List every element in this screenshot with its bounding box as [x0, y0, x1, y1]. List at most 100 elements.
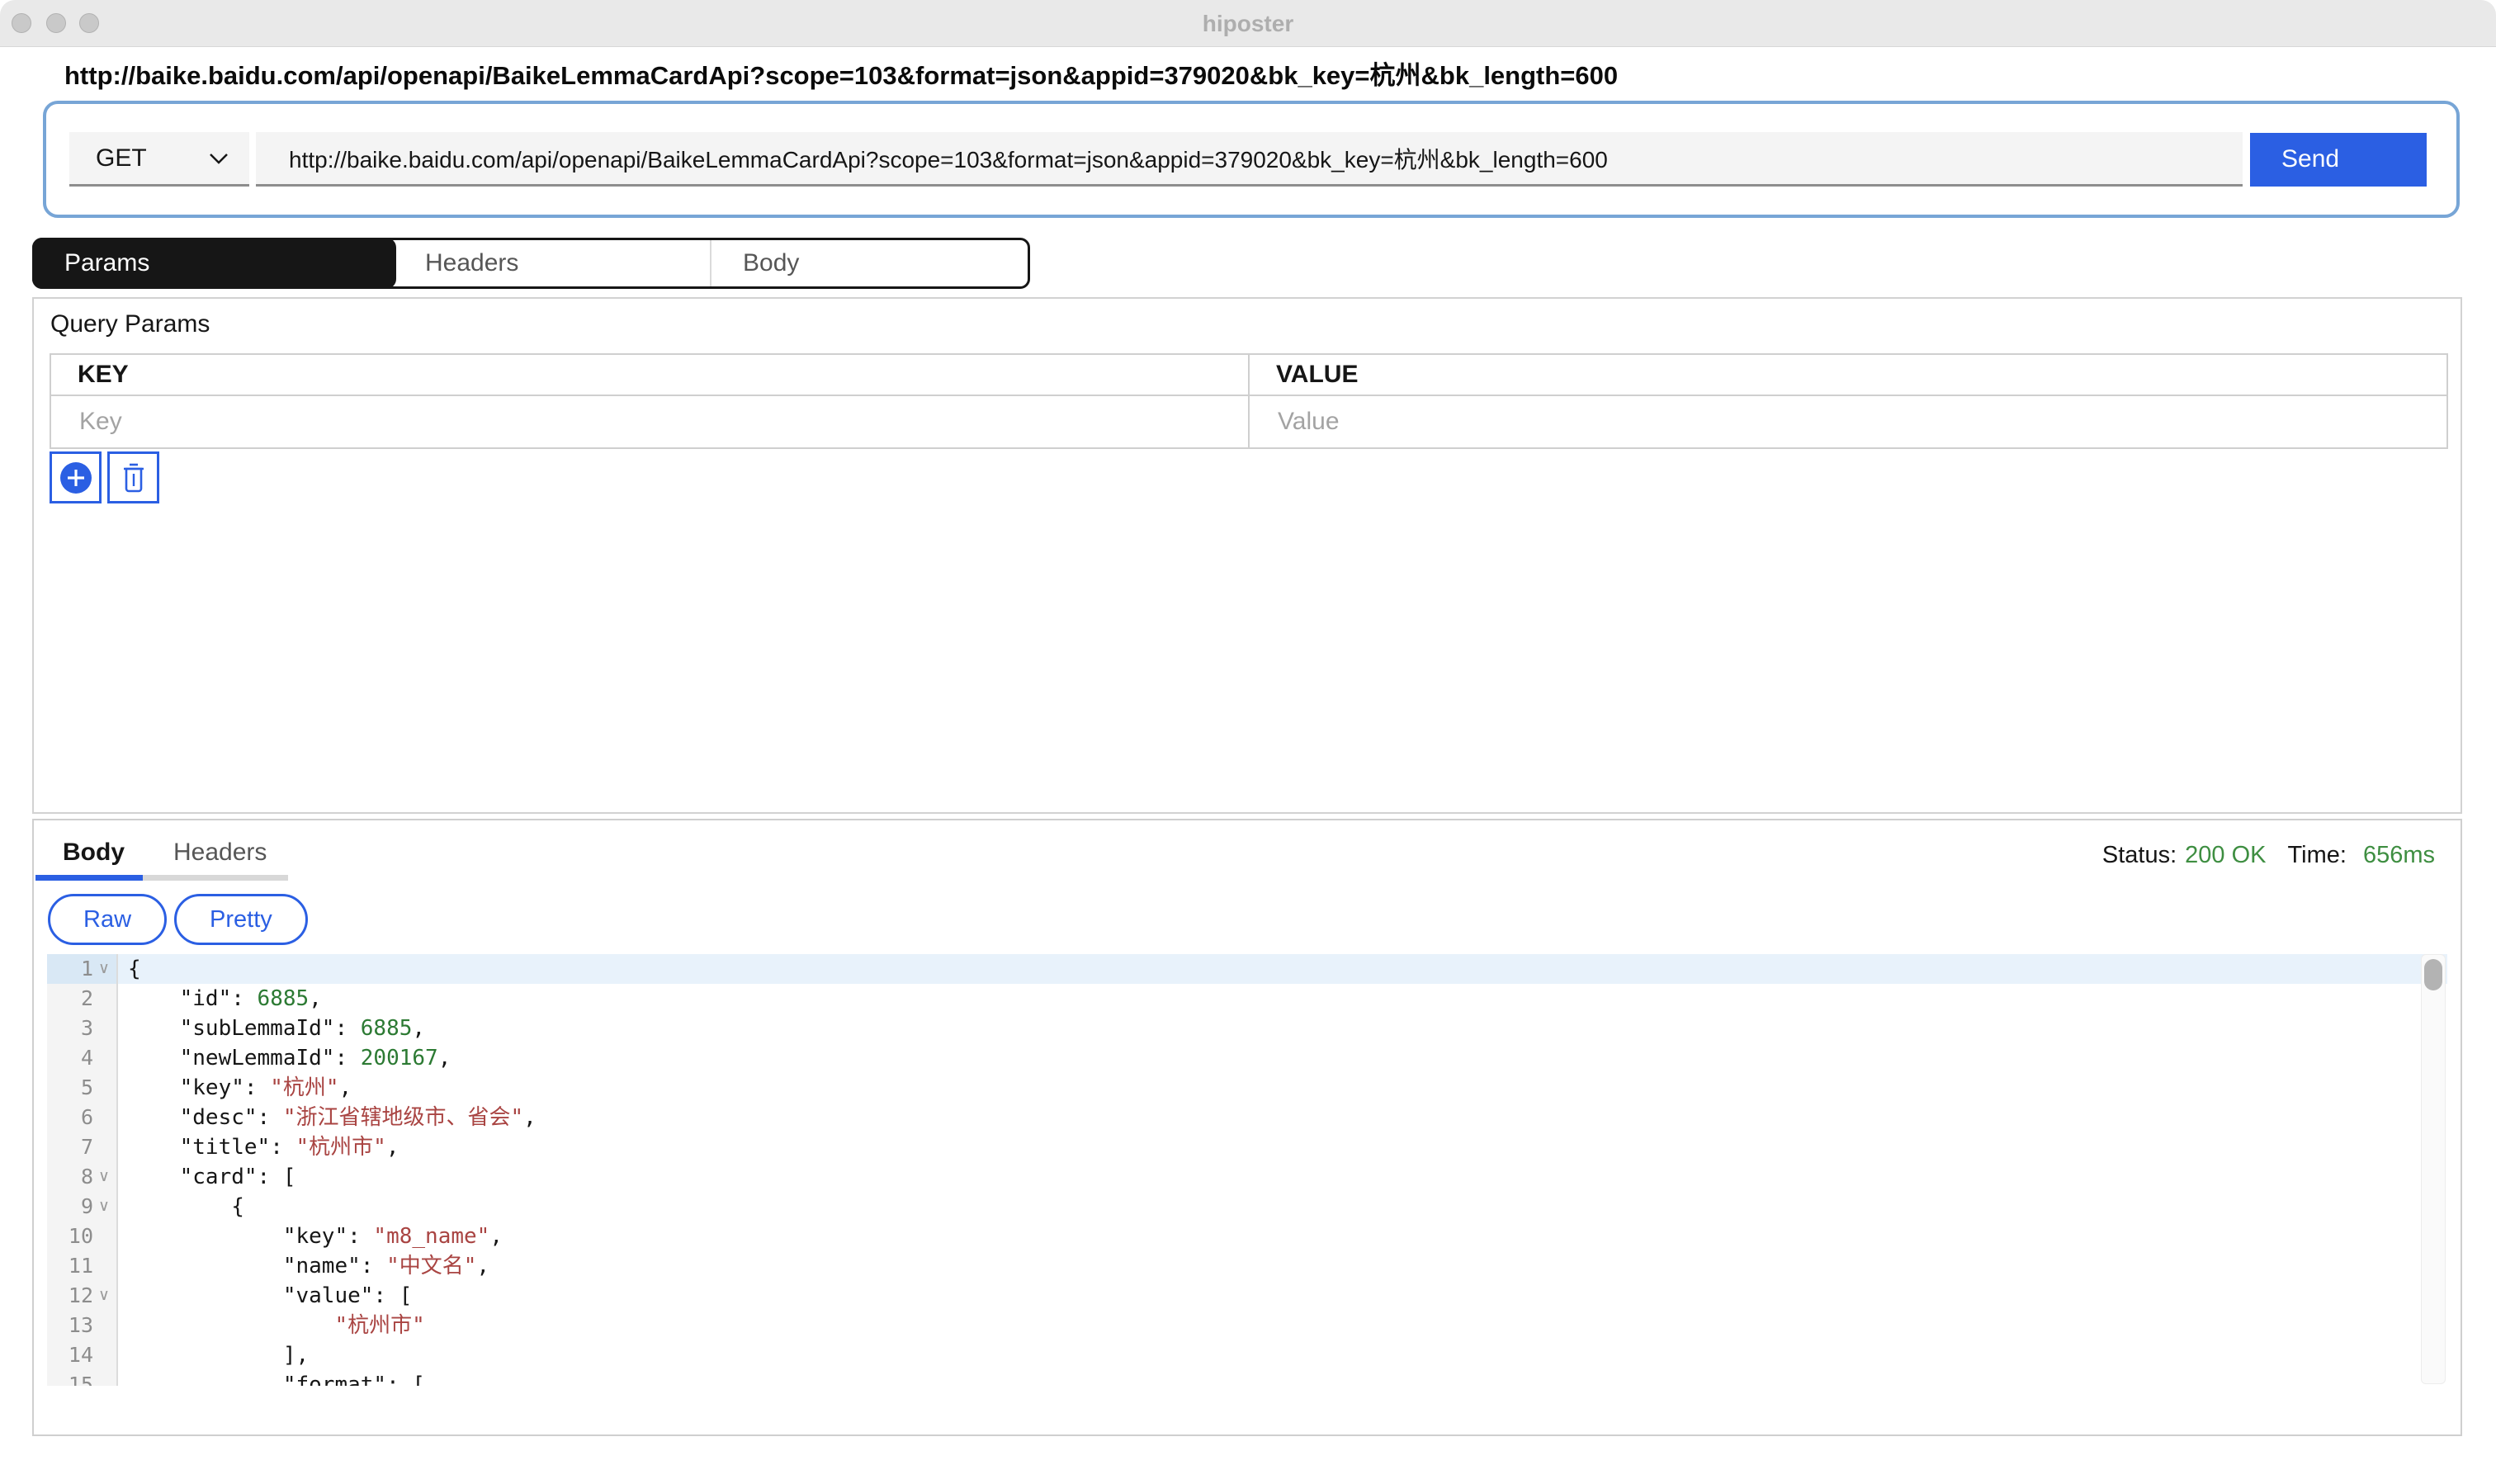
collapse-chevron-icon[interactable]: ∨	[93, 1162, 115, 1192]
line-number: 10	[69, 1222, 93, 1251]
code-text: "desc": "浙江省辖地级市、省会",	[118, 1103, 537, 1132]
table-header-row: KEY VALUE	[51, 355, 2446, 395]
line-number: 5	[81, 1073, 93, 1103]
tab-headers[interactable]: Headers	[394, 240, 710, 286]
query-params-title: Query Params	[50, 310, 210, 338]
line-gutter: 15	[47, 1370, 118, 1386]
code-text: "value": [	[118, 1281, 412, 1311]
line-number: 7	[81, 1132, 93, 1162]
line-gutter: 10	[47, 1222, 118, 1251]
code-text: "id": 6885,	[118, 984, 322, 1014]
collapse-chevron-icon[interactable]: ∨	[93, 954, 115, 984]
code-line: 7 "title": "杭州市",	[47, 1132, 2447, 1162]
raw-button[interactable]: Raw	[48, 894, 167, 945]
line-number: 14	[69, 1340, 93, 1370]
query-params-table: KEY VALUE	[50, 353, 2448, 449]
code-text: "newLemmaId": 200167,	[118, 1043, 451, 1073]
line-gutter: 13	[47, 1311, 118, 1340]
key-input[interactable]	[51, 395, 1248, 448]
status-label: Status:	[2102, 842, 2177, 868]
line-gutter: 6	[47, 1103, 118, 1132]
send-button[interactable]: Send	[2250, 133, 2427, 187]
method-select-value: GET	[96, 144, 147, 173]
query-params-panel: Query Params KEY VALUE	[32, 297, 2462, 814]
line-gutter: 1∨	[47, 954, 118, 984]
window-title: hiposter	[0, 0, 2496, 47]
code-text: "format": [	[118, 1370, 425, 1386]
add-row-button[interactable]	[50, 451, 102, 503]
line-gutter: 2	[47, 984, 118, 1014]
line-gutter: 9∨	[47, 1192, 118, 1222]
request-url-heading: http://baike.baidu.com/api/openapi/Baike…	[64, 54, 1618, 92]
code-line: 15 "format": [	[47, 1370, 2447, 1386]
response-tab-headers[interactable]: Headers	[173, 839, 267, 867]
collapse-chevron-icon[interactable]: ∨	[93, 1192, 115, 1222]
line-number: 12	[69, 1281, 93, 1311]
code-line: 9∨ {	[47, 1192, 2447, 1222]
table-row	[51, 395, 2446, 447]
line-number: 1	[81, 954, 93, 984]
code-text: ],	[118, 1340, 309, 1370]
line-number: 8	[81, 1162, 93, 1192]
title-bar: hiposter	[0, 0, 2496, 47]
code-text: "name": "中文名",	[118, 1251, 489, 1281]
time-label: Time:	[2288, 842, 2347, 868]
scrollbar-thumb[interactable]	[2424, 959, 2442, 990]
code-line: 2 "id": 6885,	[47, 984, 2447, 1014]
view-mode-buttons: Raw Pretty	[48, 894, 308, 945]
code-text: "subLemmaId": 6885,	[118, 1014, 425, 1043]
url-input[interactable]	[256, 132, 2243, 187]
line-gutter: 3	[47, 1014, 118, 1043]
chevron-down-icon	[208, 152, 229, 165]
line-gutter: 7	[47, 1132, 118, 1162]
line-number: 3	[81, 1014, 93, 1043]
code-line: 8∨ "card": [	[47, 1162, 2447, 1192]
response-code-lines: 1∨{2 "id": 6885,3 "subLemmaId": 6885,4 "…	[47, 954, 2447, 1386]
code-text: "title": "杭州市",	[118, 1132, 399, 1162]
line-gutter: 8∨	[47, 1162, 118, 1192]
trash-icon	[120, 462, 148, 494]
key-cell	[51, 396, 1250, 447]
collapse-chevron-icon[interactable]: ∨	[93, 1281, 115, 1311]
response-tab-body[interactable]: Body	[63, 839, 125, 867]
response-panel: Body Headers Status:200 OKTime:656ms Raw…	[32, 819, 2462, 1436]
value-column-header: VALUE	[1250, 355, 2446, 395]
code-text: "key": "m8_name",	[118, 1222, 503, 1251]
response-body-code: 1∨{2 "id": 6885,3 "subLemmaId": 6885,4 "…	[47, 954, 2447, 1386]
line-gutter: 14	[47, 1340, 118, 1370]
code-text: "key": "杭州",	[118, 1073, 352, 1103]
line-number: 9	[81, 1192, 93, 1222]
app-window: hiposter http://baike.baidu.com/api/open…	[0, 0, 2496, 1484]
tab-params[interactable]: Params	[32, 238, 396, 289]
response-status-line: Status:200 OKTime:656ms	[2102, 842, 2435, 869]
request-bar: GET Send	[43, 101, 2460, 218]
line-gutter: 4	[47, 1043, 118, 1073]
code-text: "杭州市"	[118, 1311, 425, 1340]
value-input[interactable]	[1250, 395, 2446, 448]
code-line: 4 "newLemmaId": 200167,	[47, 1043, 2447, 1073]
line-number: 2	[81, 984, 93, 1014]
time-value: 656ms	[2363, 842, 2435, 868]
active-tab-underline	[35, 875, 143, 881]
code-line: 3 "subLemmaId": 6885,	[47, 1014, 2447, 1043]
line-gutter: 5	[47, 1073, 118, 1103]
line-number: 6	[81, 1103, 93, 1132]
code-line: 1∨{	[47, 954, 2447, 984]
code-text: "card": [	[118, 1162, 296, 1192]
code-line: 6 "desc": "浙江省辖地级市、省会",	[47, 1103, 2447, 1132]
tab-body[interactable]: Body	[710, 240, 1028, 286]
inactive-tab-underline	[143, 875, 288, 881]
delete-row-button[interactable]	[107, 451, 159, 503]
pretty-button[interactable]: Pretty	[174, 894, 308, 945]
code-line: 14 ],	[47, 1340, 2447, 1370]
line-number: 15	[69, 1370, 93, 1386]
code-line: 10 "key": "m8_name",	[47, 1222, 2447, 1251]
line-number: 13	[69, 1311, 93, 1340]
line-number: 11	[69, 1251, 93, 1281]
value-cell	[1250, 396, 2446, 447]
row-action-buttons	[50, 451, 159, 503]
scrollbar-track[interactable]	[2421, 954, 2446, 1384]
method-select[interactable]: GET	[69, 132, 249, 187]
code-line: 5 "key": "杭州",	[47, 1073, 2447, 1103]
code-text: {	[118, 1192, 244, 1222]
